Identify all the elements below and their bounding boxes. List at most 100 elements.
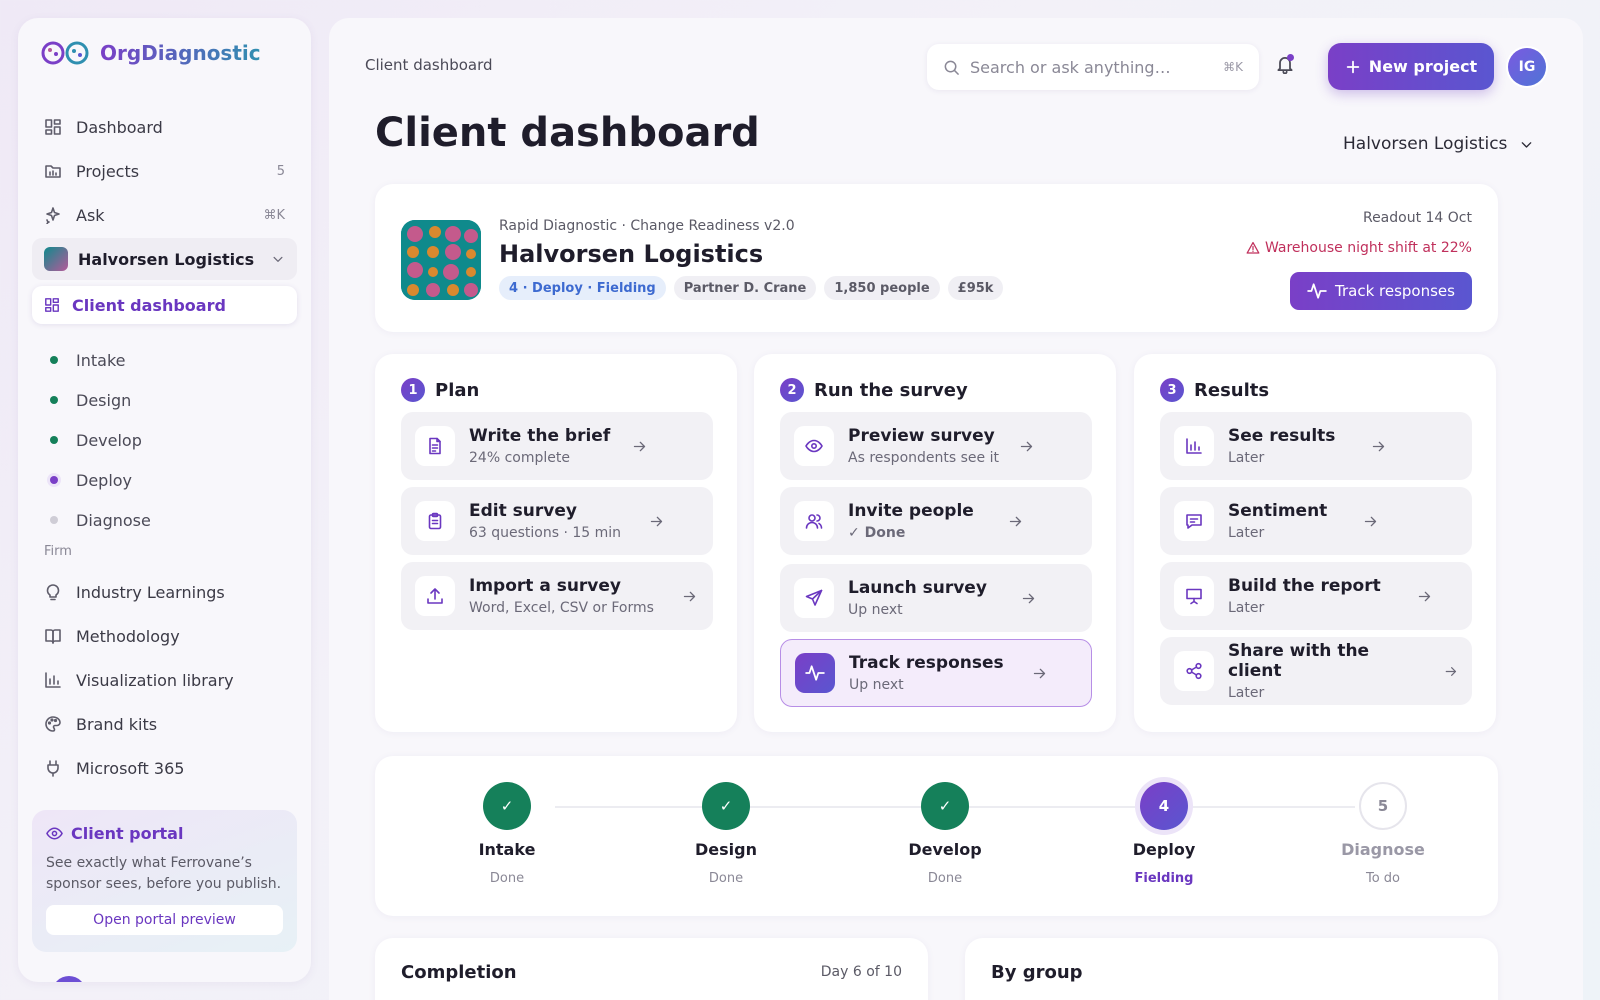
step-title: See results (1228, 426, 1336, 446)
nav-brand-kits[interactable]: Brand kits (18, 702, 311, 746)
track-responses-step[interactable]: Track responses Up next (780, 639, 1092, 707)
phase-stepper: ✓ Intake Done ✓ Design Done ✓ Develop Do… (375, 756, 1498, 916)
nav-microsoft-365[interactable]: Microsoft 365 (18, 746, 311, 790)
workspace-switcher[interactable]: Halvorsen Logistics (32, 238, 297, 280)
step-number: 2 (780, 378, 804, 402)
stage-diagnose[interactable]: 5 Diagnose To do (1313, 782, 1453, 886)
grid-icon (45, 298, 59, 312)
phase-list: Intake Design Develop Deploy Diagnose (18, 340, 311, 540)
sparkle-icon (46, 207, 60, 224)
column-title: Results (1194, 379, 1270, 401)
nav-label: Dashboard (76, 117, 163, 137)
sidebar-item-deploy[interactable]: Deploy (18, 460, 311, 500)
app-logo[interactable]: OrgDiagnostic (40, 40, 261, 66)
column-header: 3 Results (1160, 378, 1269, 402)
stage-develop[interactable]: ✓ Develop Done (875, 782, 1015, 886)
stage-deploy[interactable]: 4 Deploy Fielding (1094, 782, 1234, 886)
users-icon (794, 501, 834, 541)
stage-design[interactable]: ✓ Design Done (656, 782, 796, 886)
completion-title: Completion (401, 962, 517, 983)
notifications-button[interactable] (1275, 54, 1295, 74)
build-report-step[interactable]: Build the report Later (1160, 562, 1472, 630)
sidebar-item-develop[interactable]: Develop (18, 420, 311, 460)
step-subtitle: 63 questions · 15 min (469, 525, 622, 541)
chevron-down-icon (1522, 141, 1532, 148)
project-summary-card: Rapid Diagnostic · Change Readiness v2.0… (375, 184, 1498, 332)
new-project-button[interactable]: New project (1328, 43, 1494, 90)
open-portal-preview-button[interactable]: Open portal preview (46, 905, 283, 935)
write-brief-step[interactable]: Write the brief 24% complete (401, 412, 713, 480)
pulse-icon (795, 653, 835, 693)
client-select[interactable]: Halvorsen Logistics (1343, 134, 1534, 154)
edit-survey-step[interactable]: Edit survey 63 questions · 15 min (401, 487, 713, 555)
nav-label: Microsoft 365 (76, 758, 185, 778)
check-icon: ✓ (921, 782, 969, 830)
nav-projects[interactable]: Projects 5 (18, 149, 311, 193)
portal-description: See exactly what Ferrovane’s sponsor see… (46, 855, 282, 892)
nav-visualization-library[interactable]: Visualization library (18, 658, 311, 702)
firm-nav: Industry Learnings Methodology Visualiza… (18, 570, 311, 790)
step-subtitle: Up next (848, 602, 903, 618)
stage-number: 4 (1140, 782, 1188, 830)
sentiment-step[interactable]: Sentiment Later (1160, 487, 1472, 555)
client-name: Halvorsen Logistics (499, 240, 764, 268)
see-results-step[interactable]: See results Later (1160, 412, 1472, 480)
arrow-right-icon (683, 591, 696, 601)
page-title: Client dashboard (375, 110, 760, 156)
fee-badge: £95k (947, 276, 1004, 300)
plan-column: 1 Plan Write the brief 24% complete Edit s… (375, 354, 737, 732)
arrow-right-icon (1445, 666, 1457, 676)
bar-chart-icon (1174, 426, 1214, 466)
main-content: Client dashboard Search or ask anything…… (329, 18, 1583, 1000)
plus-icon (1346, 60, 1360, 73)
stage-name: Design (695, 840, 757, 859)
warning-alert[interactable]: Warehouse night shift at 22% (1246, 240, 1472, 256)
nav-label: Visualization library (76, 670, 234, 690)
search-placeholder: Search or ask anything… (970, 57, 1171, 77)
step-title: Launch survey (848, 578, 987, 598)
workspace-thumbnail (44, 247, 68, 271)
sidebar-item-diagnose[interactable]: Diagnose (18, 500, 311, 540)
eye-icon (794, 426, 834, 466)
new-project-label: New project (1368, 57, 1478, 76)
arrow-right-icon (650, 516, 663, 526)
step-title: Track responses (849, 653, 1004, 673)
check-icon: ✓ (702, 782, 750, 830)
user-avatar[interactable]: IG (1508, 48, 1546, 86)
portal-title-text: Client portal (71, 824, 184, 843)
column-title: Run the survey (814, 379, 968, 401)
nav-dashboard[interactable]: Dashboard (18, 105, 311, 149)
share-with-client-step[interactable]: Share with the client Later (1160, 637, 1472, 705)
search-input[interactable]: Search or ask anything… ⌘K (927, 44, 1259, 90)
completion-card: Completion Day 6 of 10 (375, 938, 928, 1000)
send-icon (794, 578, 834, 618)
nav-methodology[interactable]: Methodology (18, 614, 311, 658)
stage-name: Diagnose (1341, 840, 1425, 859)
stage-intake[interactable]: ✓ Intake Done (437, 782, 577, 886)
phase-badge: 4 · Deploy · Fielding (499, 276, 666, 300)
breadcrumb[interactable]: Client dashboard (365, 56, 493, 74)
chevron-down-icon (273, 256, 283, 262)
column-header: 1 Plan (401, 378, 479, 402)
stage-status: Fielding (1134, 871, 1194, 886)
arrow-right-icon (1373, 441, 1385, 451)
client-logo (401, 220, 481, 300)
sidebar-item-intake[interactable]: Intake (18, 340, 311, 380)
launch-survey-step[interactable]: Launch survey Up next (780, 564, 1092, 632)
track-responses-button[interactable]: Track responses (1290, 272, 1472, 310)
sidebar-item-design[interactable]: Design (18, 380, 311, 420)
step-title: Sentiment (1228, 501, 1328, 521)
grid-icon (45, 119, 61, 135)
nav-ask[interactable]: Ask ⌘K (18, 193, 311, 237)
nav-label: Projects (76, 161, 140, 181)
nav-label: Industry Learnings (76, 582, 225, 602)
preview-survey-step[interactable]: Preview survey As respondents see it (780, 412, 1092, 480)
import-survey-step[interactable]: Import a survey Word, Excel, CSV or Forms (401, 562, 713, 630)
invite-people-step[interactable]: Invite people ✓ Done (780, 487, 1092, 555)
nav-industry-learnings[interactable]: Industry Learnings (18, 570, 311, 614)
completion-day: Day 6 of 10 (820, 964, 902, 980)
user-avatar[interactable] (52, 976, 86, 982)
arrow-right-icon (1033, 668, 1045, 678)
sidebar-item-client-dashboard[interactable]: Client dashboard (32, 286, 297, 324)
arrow-right-icon (1022, 593, 1035, 603)
